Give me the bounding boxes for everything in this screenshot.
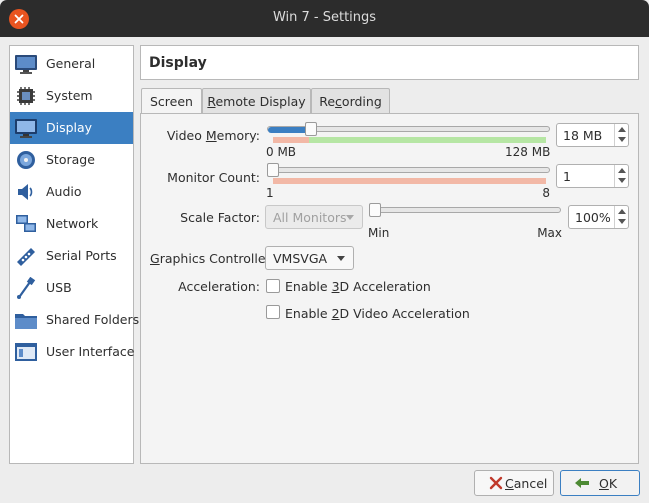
scale-factor-spinbox[interactable]: 100% — [568, 205, 629, 229]
enable-3d-acceleration-label[interactable]: Enable 3D Acceleration — [285, 279, 431, 294]
spin-up-icon[interactable] — [618, 209, 626, 214]
speaker-icon — [18, 184, 33, 200]
page-title: Display — [149, 55, 207, 71]
spin-arrows[interactable] — [614, 124, 628, 146]
network-icon — [16, 215, 36, 232]
video-memory-slider-fill — [268, 127, 310, 133]
sidebar-item-usb[interactable]: USB — [10, 272, 133, 304]
sidebar-item-label: User Interface — [46, 344, 135, 359]
scale-factor-slider-handle[interactable] — [369, 203, 381, 217]
ok-button[interactable]: OK — [560, 470, 640, 496]
video-memory-spinbox[interactable]: 18 MB — [556, 123, 629, 147]
enable-2d-acceleration-checkbox[interactable] — [266, 305, 280, 319]
spin-down-icon[interactable] — [618, 219, 626, 224]
sidebar-item-label: System — [46, 88, 93, 103]
scale-factor-max-label: Max — [537, 226, 562, 240]
video-memory-min-label: 0 MB — [266, 145, 297, 159]
sidebar-item-serial-ports[interactable]: Serial Ports — [10, 240, 133, 272]
sidebar-item-audio[interactable]: Audio — [10, 176, 133, 208]
spin-up-icon[interactable] — [618, 127, 626, 132]
tab-remote-display[interactable]: Remote Display — [202, 88, 311, 113]
enable-2d-acceleration-label[interactable]: Enable 2D Video Acceleration — [285, 306, 470, 321]
title-bar: Win 7 - Settings — [0, 0, 649, 37]
tab-label: Remote Display — [207, 94, 306, 109]
sidebar-item-label: Storage — [46, 152, 95, 167]
display-monitor-icon — [15, 119, 37, 138]
video-memory-warning-range — [273, 137, 309, 143]
monitor-count-slider-track[interactable] — [267, 167, 550, 173]
scale-factor-monitor-select[interactable]: All Monitors — [265, 205, 363, 229]
serial-port-icon — [17, 248, 35, 266]
cancel-button[interactable]: Cancel — [474, 470, 554, 496]
scale-factor-value: 100% — [575, 210, 611, 225]
tab-recording[interactable]: Recording — [311, 88, 390, 113]
settings-sidebar: General System Display Storage Audio Net… — [9, 45, 139, 464]
tab-label: Recording — [319, 94, 382, 109]
monitor-general-icon — [15, 55, 37, 74]
monitor-count-slider-handle[interactable] — [267, 163, 279, 177]
sidebar-item-storage[interactable]: Storage — [10, 144, 133, 176]
sidebar-item-shared-folders[interactable]: Shared Folders — [10, 304, 139, 336]
video-memory-ok-range — [309, 137, 546, 143]
sidebar-item-label: Network — [46, 216, 99, 231]
disk-icon — [17, 151, 35, 169]
sidebar-item-display[interactable]: Display — [10, 112, 133, 144]
monitor-count-warning-range — [273, 178, 546, 184]
scale-factor-min-label: Min — [368, 226, 390, 240]
window-ui-icon — [15, 343, 37, 361]
monitor-count-value: 1 — [563, 169, 571, 184]
sidebar-item-general[interactable]: General — [10, 48, 133, 80]
sidebar-item-label: Display — [46, 120, 93, 135]
chevron-down-icon — [337, 256, 345, 261]
page-header: Display — [140, 45, 639, 80]
ok-label: OK — [599, 476, 618, 491]
monitor-count-label: Monitor Count: — [167, 170, 260, 185]
video-memory-label: Video Memory: — [166, 128, 260, 143]
tab-label: Screen — [150, 94, 193, 109]
folder-icon — [15, 314, 37, 329]
video-memory-slider-handle[interactable] — [304, 122, 317, 136]
spin-up-icon[interactable] — [618, 168, 626, 173]
graphics-controller-select[interactable]: VMSVGA — [265, 246, 354, 270]
sidebar-item-user-interface[interactable]: User Interface — [10, 336, 135, 368]
enable-3d-acceleration-checkbox[interactable] — [266, 279, 280, 293]
sidebar-item-label: Audio — [46, 184, 82, 199]
video-memory-max-label: 128 MB — [505, 145, 551, 159]
spin-arrows[interactable] — [614, 165, 628, 187]
sidebar-item-label: General — [46, 56, 96, 71]
ok-arrow-icon — [575, 478, 589, 488]
chevron-down-icon — [346, 215, 354, 220]
acceleration-label: Acceleration: — [178, 279, 260, 294]
sidebar-item-network[interactable]: Network — [10, 208, 133, 240]
cancel-x-icon — [489, 476, 503, 490]
spin-down-icon[interactable] — [618, 178, 626, 183]
sidebar-item-label: USB — [46, 280, 72, 295]
sidebar-item-system[interactable]: System — [10, 80, 133, 112]
monitor-count-max-label: 8 — [542, 186, 550, 200]
sidebar-item-label: Serial Ports — [46, 248, 117, 263]
monitor-count-spinbox[interactable]: 1 — [556, 164, 629, 188]
sidebar-item-label: Shared Folders — [46, 312, 140, 327]
tab-screen[interactable]: Screen — [141, 88, 202, 115]
cancel-label: Cancel — [505, 476, 548, 491]
monitor-count-min-label: 1 — [266, 186, 274, 200]
graphics-controller-value: VMSVGA — [273, 251, 328, 266]
graphics-controller-label: Graphics Controller: — [150, 251, 275, 266]
usb-icon — [17, 277, 36, 299]
scale-factor-monitor-value: All Monitors — [273, 210, 347, 225]
chip-icon — [17, 87, 35, 105]
scale-factor-label: Scale Factor: — [180, 210, 260, 225]
scale-factor-slider-track[interactable] — [369, 207, 561, 213]
spin-arrows[interactable] — [614, 206, 628, 228]
spin-down-icon[interactable] — [618, 137, 626, 142]
settings-window: Win 7 - Settings General System Display — [0, 0, 649, 503]
video-memory-value: 18 MB — [563, 128, 603, 143]
window-title: Win 7 - Settings — [272, 10, 377, 25]
